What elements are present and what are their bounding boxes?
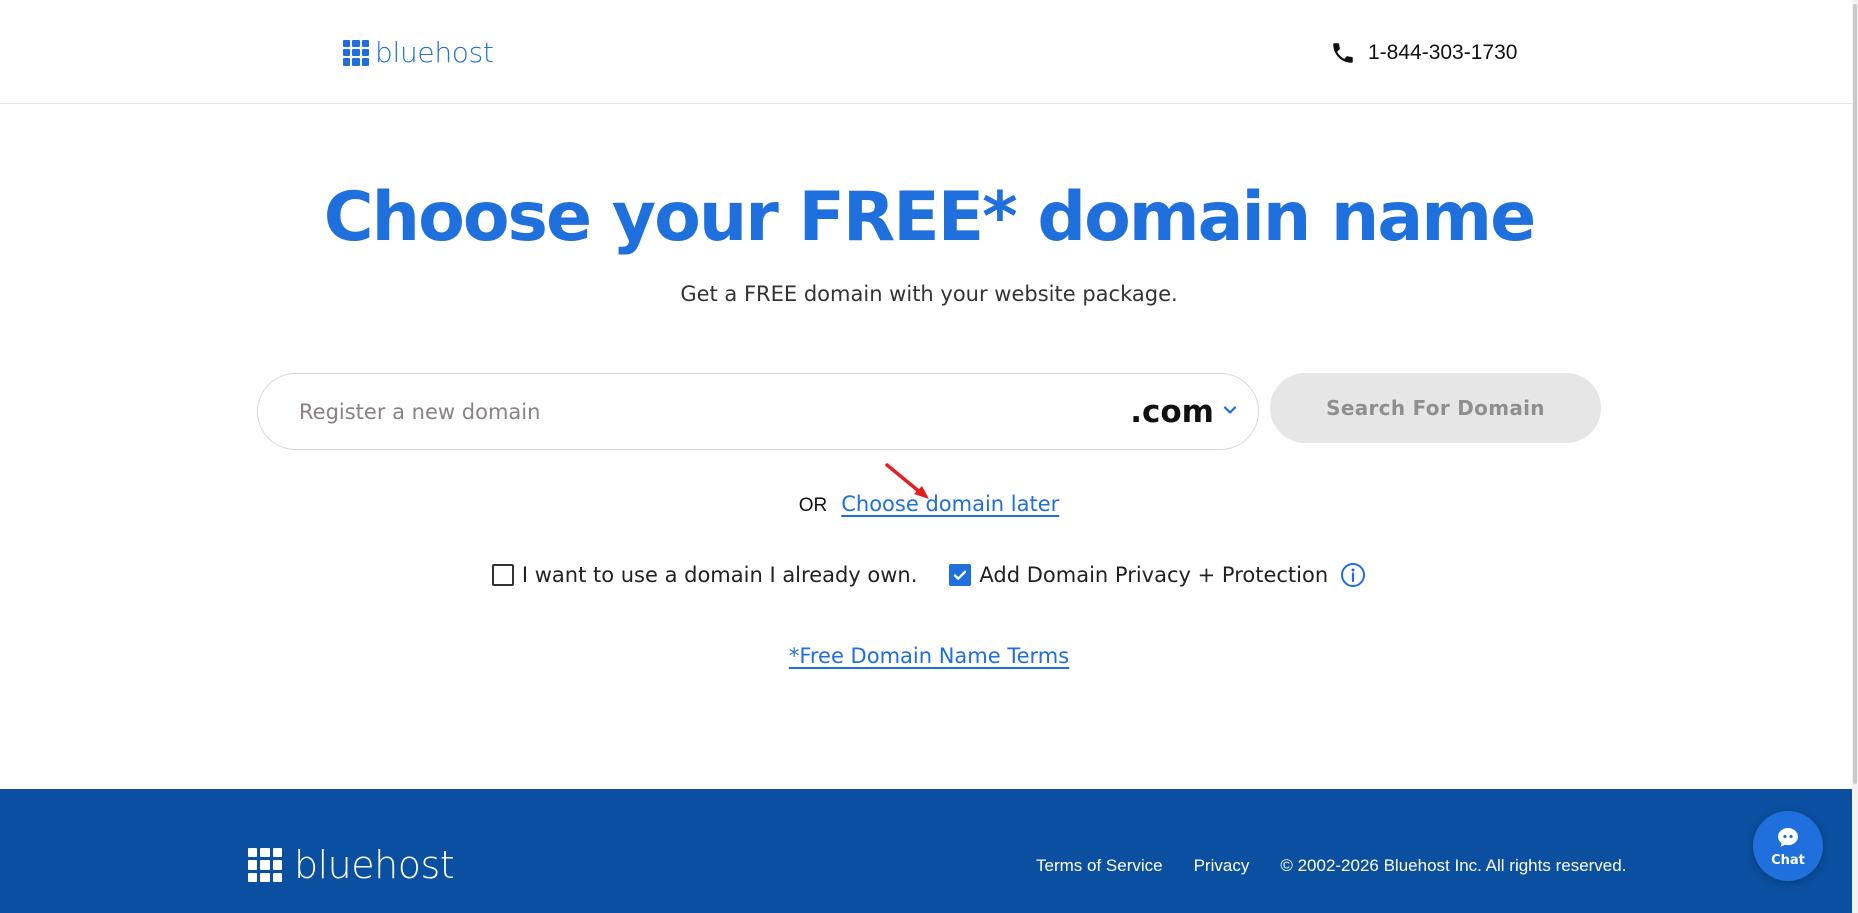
tld-dropdown[interactable]: .com bbox=[1130, 394, 1258, 430]
bluehost-logo[interactable]: bluehost bbox=[343, 36, 494, 69]
page-title: Choose your FREE* domain name bbox=[323, 178, 1536, 257]
choose-domain-later-link[interactable]: Choose domain later bbox=[841, 492, 1059, 516]
terms-of-service-link[interactable]: Terms of Service bbox=[1036, 856, 1163, 876]
chat-bubble-icon bbox=[1778, 827, 1798, 847]
site-footer: bluehost Terms of Service Privacy © 2002… bbox=[0, 789, 1852, 913]
scrollbar-thumb[interactable] bbox=[1853, 4, 1857, 784]
grid-logo-icon bbox=[248, 848, 282, 882]
or-text: OR bbox=[798, 495, 828, 516]
search-domain-button[interactable]: Search For Domain bbox=[1270, 373, 1601, 443]
domain-options: I want to use a domain I already own. Ad… bbox=[0, 562, 1858, 588]
privacy-checkbox[interactable] bbox=[949, 564, 972, 586]
footer-links: Terms of Service Privacy © 2002-2026 Blu… bbox=[1036, 856, 1626, 876]
phone-icon bbox=[1333, 43, 1353, 63]
phone-number: 1-844-303-1730 bbox=[1368, 41, 1518, 64]
own-domain-label: I want to use a domain I already own. bbox=[521, 563, 918, 587]
privacy-option[interactable]: Add Domain Privacy + Protection bbox=[949, 562, 1366, 588]
chat-label: Chat bbox=[1771, 852, 1805, 868]
site-header: bluehost 1-844-303-1730 bbox=[0, 0, 1858, 104]
chat-button[interactable]: Chat bbox=[1753, 811, 1823, 881]
free-domain-terms-link[interactable]: *Free Domain Name Terms bbox=[789, 644, 1069, 668]
copyright-text: © 2002-2026 Bluehost Inc. All rights res… bbox=[1280, 856, 1627, 875]
checkmark-icon bbox=[954, 570, 967, 580]
domain-search-box: .com bbox=[257, 373, 1259, 450]
info-icon[interactable] bbox=[1340, 562, 1366, 588]
phone-contact[interactable]: 1-844-303-1730 bbox=[1330, 40, 1517, 66]
tld-selected: .com bbox=[1130, 393, 1214, 430]
page-scrollbar[interactable] bbox=[1852, 0, 1858, 913]
red-arrow-annotation-icon bbox=[885, 463, 929, 499]
grid-logo-icon bbox=[343, 39, 369, 66]
terms-row: *Free Domain Name Terms bbox=[0, 644, 1858, 668]
footer-logo-text: bluehost bbox=[294, 843, 455, 887]
domain-search-input[interactable] bbox=[258, 374, 1131, 449]
footer-logo[interactable]: bluehost bbox=[248, 843, 455, 887]
privacy-label: Add Domain Privacy + Protection bbox=[979, 563, 1329, 587]
own-domain-option[interactable]: I want to use a domain I already own. bbox=[491, 563, 918, 587]
chevron-down-icon bbox=[1222, 402, 1238, 422]
own-domain-checkbox[interactable] bbox=[491, 564, 514, 586]
logo-text: bluehost bbox=[375, 36, 494, 69]
privacy-link[interactable]: Privacy bbox=[1194, 856, 1250, 876]
page-subtitle: Get a FREE domain with your website pack… bbox=[680, 282, 1178, 306]
